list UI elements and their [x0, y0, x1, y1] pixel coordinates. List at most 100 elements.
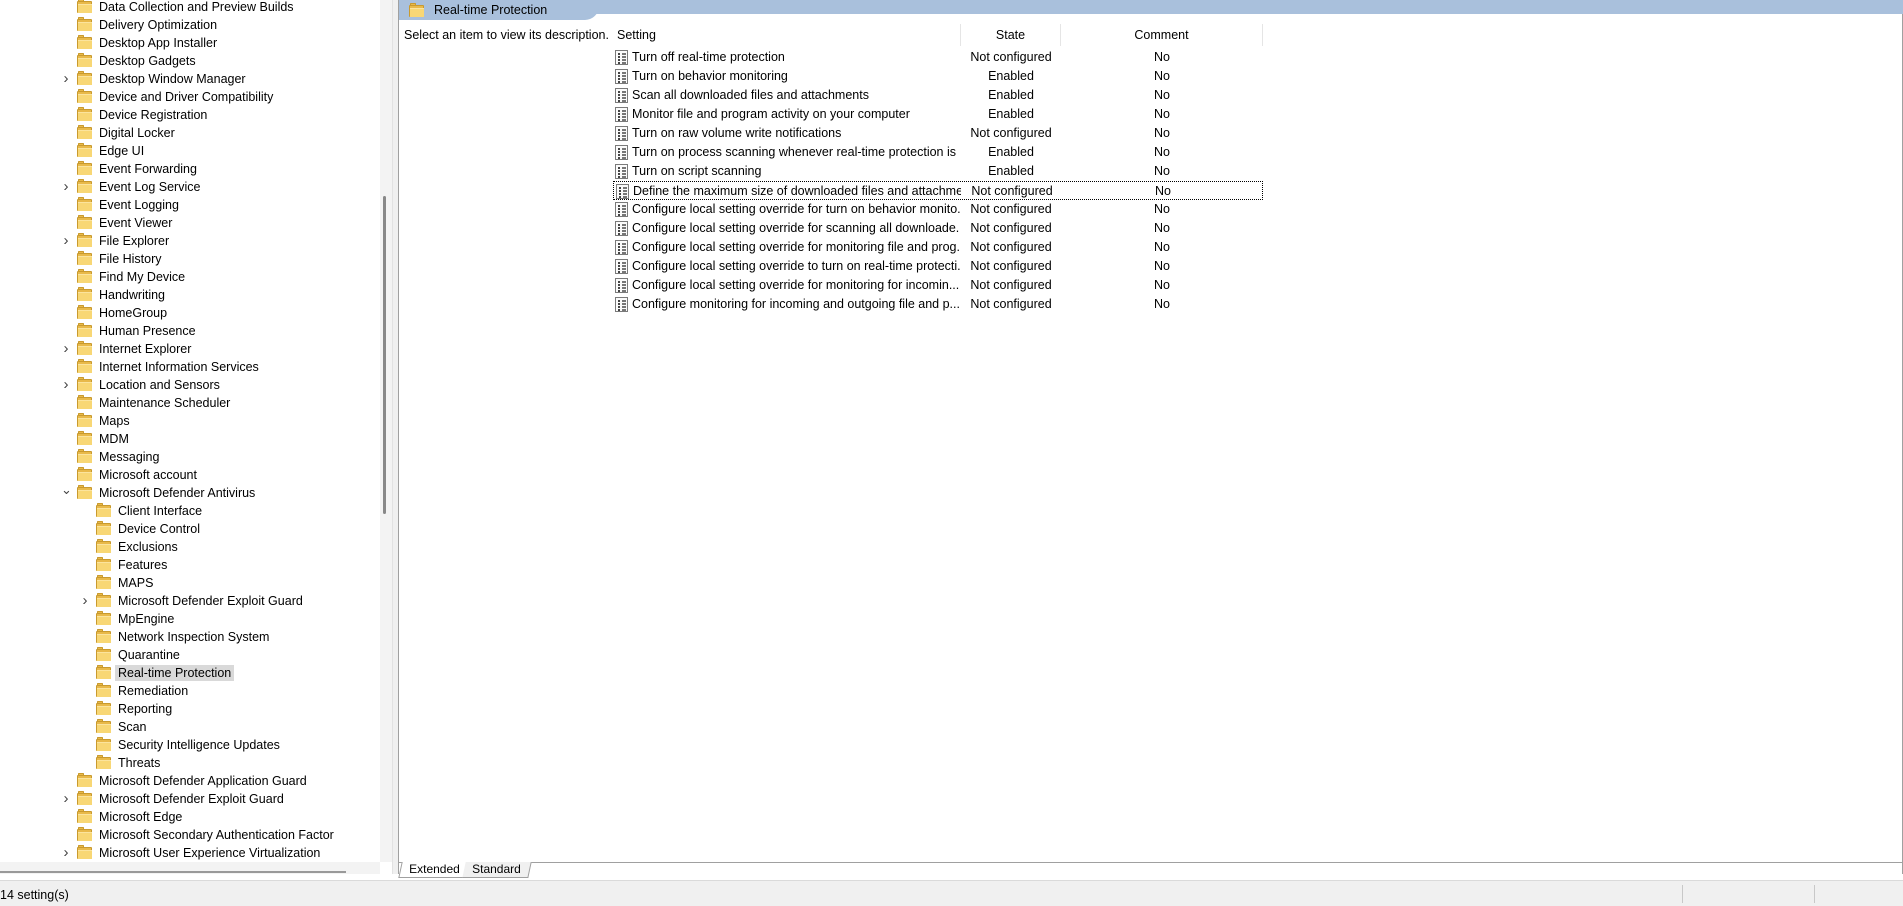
tree-item[interactable]: › Microsoft Defender Exploit Guard [0, 790, 380, 808]
folder-icon [96, 611, 112, 625]
tree-item[interactable]: › Microsoft Defender Exploit Guard [0, 592, 380, 610]
tree-item[interactable]: Network Inspection System [0, 628, 380, 646]
setting-row[interactable]: Monitor file and program activity on you… [613, 105, 1263, 124]
tab-extended[interactable]: Extended [398, 862, 471, 878]
folder-icon [96, 521, 112, 535]
policy-setting-icon [615, 50, 628, 65]
tree-item[interactable]: Device and Driver Compatibility [0, 88, 380, 106]
setting-row[interactable]: Turn on behavior monitoring Enabled No [613, 67, 1263, 86]
tree-item[interactable]: Human Presence [0, 322, 380, 340]
tree-vertical-scroll-thumb[interactable] [383, 196, 386, 514]
tree-item[interactable]: HomeGroup [0, 304, 380, 322]
tree-item[interactable]: MAPS [0, 574, 380, 592]
tree-item[interactable]: Microsoft Edge [0, 808, 380, 826]
tab-standard-label: Standard [472, 862, 521, 876]
setting-row[interactable]: Define the maximum size of downloaded fi… [613, 181, 1263, 200]
tree-item[interactable]: Desktop App Installer [0, 34, 380, 52]
chevron-right-icon[interactable]: › [61, 845, 71, 860]
tree-item[interactable]: Security Intelligence Updates [0, 736, 380, 754]
tree-item[interactable]: Microsoft Secondary Authentication Facto… [0, 826, 380, 844]
tree-item[interactable]: Digital Locker [0, 124, 380, 142]
folder-icon [96, 575, 112, 589]
tree-item[interactable]: Desktop Gadgets [0, 52, 380, 70]
tree-item[interactable]: Scan [0, 718, 380, 736]
setting-comment: No [1154, 297, 1170, 311]
chevron-down-icon[interactable]: ⌄ [61, 483, 72, 499]
tree-item[interactable]: Device Control [0, 520, 380, 538]
setting-row[interactable]: Turn on raw volume write notifications No… [613, 124, 1263, 143]
tree-item[interactable]: Data Collection and Preview Builds [0, 0, 380, 16]
tree-vertical-scrollbar[interactable] [380, 0, 392, 862]
tree-item[interactable]: MDM [0, 430, 380, 448]
tab-standard[interactable]: Standard [462, 862, 532, 878]
tree-item[interactable]: Features [0, 556, 380, 574]
tree-item[interactable]: Internet Information Services [0, 358, 380, 376]
setting-comment: No [1154, 202, 1170, 216]
chevron-right-icon[interactable]: › [61, 377, 71, 392]
tree-item[interactable]: › Location and Sensors [0, 376, 380, 394]
tree-item[interactable]: Event Viewer [0, 214, 380, 232]
tree-item[interactable]: Event Logging [0, 196, 380, 214]
tree-item[interactable]: Client Interface [0, 502, 380, 520]
setting-row[interactable]: Configure local setting override for mon… [613, 276, 1263, 295]
tree-item[interactable]: Delivery Optimization [0, 16, 380, 34]
chevron-right-icon[interactable]: › [61, 791, 71, 806]
setting-row[interactable]: Configure monitoring for incoming and ou… [613, 295, 1263, 314]
tree-item-label: Desktop Window Manager [99, 72, 246, 86]
tree-item[interactable]: › Microsoft User Experience Virtualizatio… [0, 844, 380, 862]
tree-item[interactable]: Event Forwarding [0, 160, 380, 178]
tabs-strip [398, 862, 1903, 863]
tree-item[interactable]: Edge UI [0, 142, 380, 160]
tree-item[interactable]: File History [0, 250, 380, 268]
tree-item-label: Threats [118, 756, 161, 770]
tree-item[interactable]: Threats [0, 754, 380, 772]
tree-item[interactable]: Exclusions [0, 538, 380, 556]
tree-item[interactable]: MpEngine [0, 610, 380, 628]
setting-name: Turn on script scanning [632, 164, 762, 178]
setting-row[interactable]: Configure local setting override for mon… [613, 238, 1263, 257]
tree-item[interactable]: Device Registration [0, 106, 380, 124]
tree-item[interactable]: ⌄ Microsoft Defender Antivirus [0, 483, 380, 502]
setting-row[interactable]: Turn on script scanning Enabled No [613, 162, 1263, 181]
setting-row[interactable]: Turn on process scanning whenever real-t… [613, 143, 1263, 162]
setting-row[interactable]: Configure local setting override to turn… [613, 257, 1263, 276]
setting-row[interactable]: Scan all downloaded files and attachment… [613, 86, 1263, 105]
folder-icon [77, 773, 93, 787]
tree-item[interactable]: › File Explorer [0, 232, 380, 250]
tree-item[interactable]: Remediation [0, 682, 380, 700]
setting-name: Turn on behavior monitoring [632, 69, 788, 83]
column-header-setting[interactable]: Setting [613, 24, 961, 46]
tree-item[interactable]: › Internet Explorer [0, 340, 380, 358]
tree-item[interactable]: Find My Device [0, 268, 380, 286]
tree-horizontal-scrollbar[interactable] [0, 862, 380, 874]
setting-row[interactable]: Configure local setting override for sca… [613, 219, 1263, 238]
chevron-right-icon[interactable]: › [61, 233, 71, 248]
folder-icon [96, 503, 112, 517]
tree-item-label: Microsoft Secondary Authentication Facto… [99, 828, 334, 842]
tree-item[interactable]: Maintenance Scheduler [0, 394, 380, 412]
chevron-right-icon[interactable]: › [61, 341, 71, 356]
column-header-state[interactable]: State [961, 24, 1061, 46]
folder-icon [77, 53, 93, 67]
tree-horizontal-scroll-thumb[interactable] [0, 871, 346, 873]
chevron-right-icon[interactable]: › [61, 179, 71, 194]
chevron-right-icon[interactable]: › [61, 71, 71, 86]
chevron-right-icon[interactable]: › [80, 593, 90, 608]
setting-state: Not configured [970, 297, 1052, 311]
tree-item[interactable]: Reporting [0, 700, 380, 718]
tree-item[interactable]: Microsoft Defender Application Guard [0, 772, 380, 790]
tree-item[interactable]: › Event Log Service [0, 178, 380, 196]
policy-setting-icon [615, 164, 628, 179]
tree-item[interactable]: Messaging [0, 448, 380, 466]
tree-item[interactable]: Microsoft account [0, 466, 380, 484]
tree-item[interactable]: › Desktop Window Manager [0, 70, 380, 88]
tree-item[interactable]: Maps [0, 412, 380, 430]
folder-icon [77, 827, 93, 841]
column-header-comment[interactable]: Comment [1061, 24, 1263, 46]
policy-setting-icon [615, 88, 628, 103]
setting-row[interactable]: Turn off real-time protection Not configu… [613, 48, 1263, 67]
tree-item[interactable]: Quarantine [0, 646, 380, 664]
setting-row[interactable]: Configure local setting override for tur… [613, 200, 1263, 219]
tree-item[interactable]: Handwriting [0, 286, 380, 304]
tree-item[interactable]: Real-time Protection [0, 664, 380, 682]
